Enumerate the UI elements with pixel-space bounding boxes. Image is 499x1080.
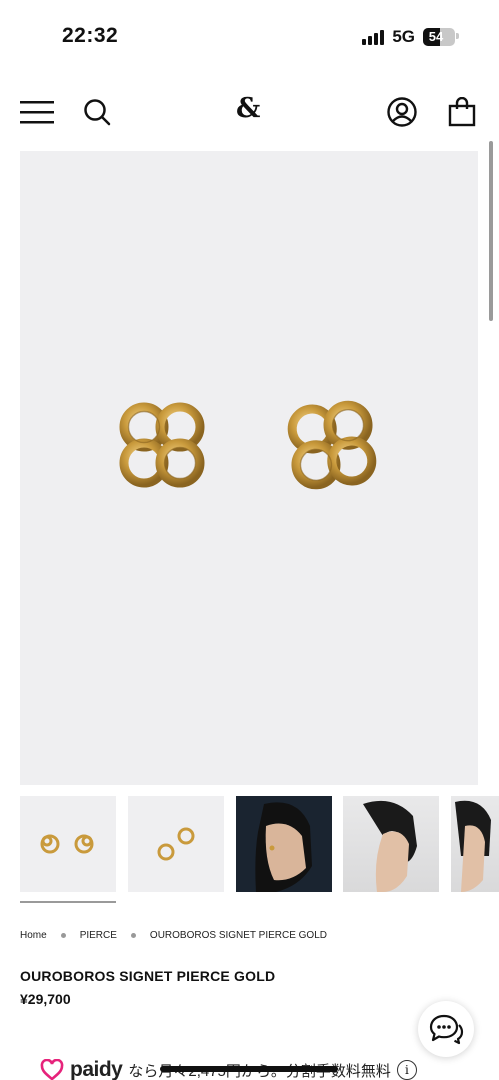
paidy-logo: paidy xyxy=(70,1058,123,1080)
breadcrumb-current: OUROBOROS SIGNET PIERCE GOLD xyxy=(149,930,327,941)
status-indicators: 5G 54 xyxy=(362,27,455,47)
thumbnail-model-profile-right[interactable] xyxy=(343,796,439,892)
menu-icon[interactable] xyxy=(19,94,55,130)
site-header: & xyxy=(0,88,499,136)
thumbnail-model-profile-left-graphic xyxy=(255,802,312,892)
breadcrumb-separator xyxy=(130,933,136,938)
scrollbar[interactable] xyxy=(489,141,493,321)
product-title: OUROBOROS SIGNET PIERCE GOLD xyxy=(20,968,276,984)
chat-button[interactable] xyxy=(418,1001,474,1057)
breadcrumb-category[interactable]: PIERCE xyxy=(80,930,117,941)
network-type: 5G xyxy=(392,27,415,46)
search-icon[interactable] xyxy=(79,94,115,130)
breadcrumb-home[interactable]: Home xyxy=(20,930,47,941)
product-price: ¥29,700 xyxy=(20,991,71,1007)
bag-icon[interactable] xyxy=(444,94,480,130)
earrings-gold-image xyxy=(119,400,377,490)
earring-right xyxy=(287,400,377,490)
home-indicator xyxy=(160,1066,338,1072)
thumbnail-earrings-angled-graphic xyxy=(157,827,195,861)
thumbnail-model-partial-graphic xyxy=(455,800,491,892)
thumbnail-earrings-front[interactable] xyxy=(20,796,116,892)
chat-icon xyxy=(429,1014,464,1045)
status-bar: 22:32 5G 54 xyxy=(0,0,499,70)
thumbnail-earrings-front-graphic xyxy=(40,834,94,854)
breadcrumb-separator xyxy=(60,933,66,938)
account-icon[interactable] xyxy=(384,94,420,130)
battery-nub xyxy=(456,33,459,39)
thumbnail-model-profile-right-graphic xyxy=(363,800,417,892)
battery-icon: 54 xyxy=(423,28,455,46)
thumbnail-model-profile-left[interactable] xyxy=(236,796,332,892)
thumbnail-model-partial[interactable] xyxy=(451,796,499,892)
product-main-image[interactable] xyxy=(20,151,478,785)
thumbnail-strip xyxy=(20,796,499,896)
earring-left xyxy=(119,402,205,488)
breadcrumb: Home PIERCE OUROBOROS SIGNET PIERCE GOLD xyxy=(20,930,327,941)
battery-level: 54 xyxy=(428,29,444,44)
site-logo[interactable]: & xyxy=(236,93,260,124)
thumbnail-active-indicator xyxy=(20,901,116,903)
status-time: 22:32 xyxy=(62,24,119,47)
paidy-heart-icon xyxy=(40,1059,64,1080)
info-icon[interactable]: i xyxy=(396,1060,417,1080)
thumbnail-earrings-angled[interactable] xyxy=(128,796,224,892)
signal-icon xyxy=(362,29,385,45)
